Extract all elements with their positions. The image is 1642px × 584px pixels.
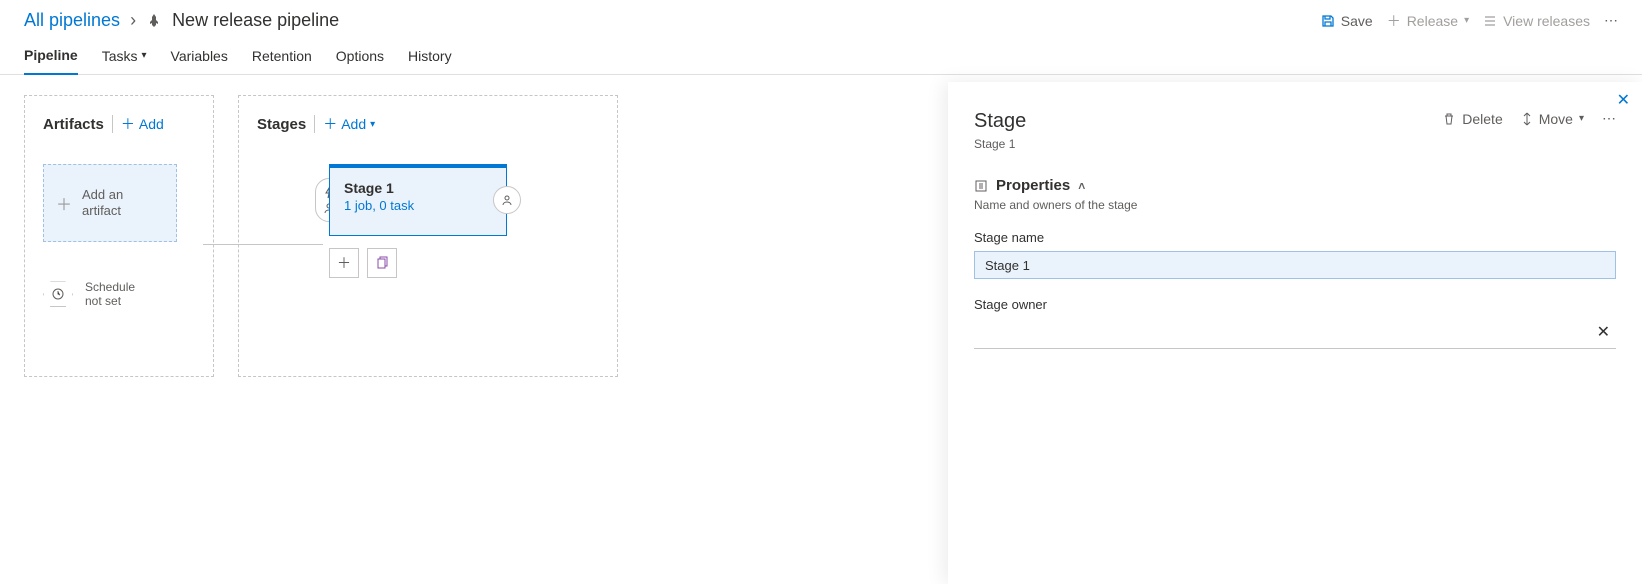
connector-line [203, 244, 323, 245]
stage-owner-input[interactable] [976, 323, 1593, 342]
tab-history[interactable]: History [408, 43, 452, 74]
add-artifact-tile[interactable]: ＋ Add an artifact [43, 164, 177, 242]
chevron-down-icon: ▾ [1579, 113, 1584, 124]
save-label: Save [1341, 13, 1373, 29]
chevron-up-icon: ˄ [1078, 179, 1085, 193]
stages-panel: Stages ＋ Add ▾ Stage 1 1 job, 0 task [238, 95, 618, 377]
tab-variables[interactable]: Variables [171, 43, 228, 74]
rocket-icon [146, 13, 162, 29]
stages-add-label: Add [341, 116, 366, 132]
artifacts-add-label: Add [139, 116, 164, 132]
stages-title: Stages [257, 116, 306, 133]
clone-stage-button[interactable] [367, 248, 397, 278]
stage-name-label: Stage name [974, 230, 1616, 245]
delete-stage-button[interactable]: Delete [1442, 111, 1502, 127]
stage-job-summary[interactable]: 1 job, 0 task [344, 198, 492, 213]
tab-pipeline[interactable]: Pipeline [24, 43, 78, 75]
view-releases-label: View releases [1503, 13, 1590, 29]
move-label: Move [1539, 111, 1573, 127]
release-button[interactable]: ＋ Release ▾ [1387, 11, 1469, 31]
panel-heading: Stage [974, 110, 1026, 133]
more-stage-button[interactable]: ⋯ [1602, 110, 1616, 127]
stage-properties-panel: ✕ Stage Stage 1 Delete Move ▾ ⋯ Properti… [948, 82, 1642, 584]
plus-icon: ＋ [1387, 11, 1401, 31]
stage-name-input[interactable] [974, 251, 1616, 279]
tab-tasks[interactable]: Tasks ▾ [102, 43, 147, 74]
close-panel-button[interactable]: ✕ [1617, 90, 1630, 110]
move-icon [1521, 112, 1533, 126]
chevron-down-icon: ▾ [1464, 15, 1469, 26]
chevron-right-icon: › [130, 10, 136, 31]
plus-icon: ＋ [323, 114, 337, 134]
plus-icon: ＋ [337, 253, 351, 273]
user-icon [501, 194, 513, 206]
divider [112, 115, 113, 133]
stage-name: Stage 1 [344, 180, 492, 196]
artifacts-add-button[interactable]: ＋ Add [121, 114, 164, 134]
save-button[interactable]: Save [1321, 13, 1373, 29]
delete-label: Delete [1462, 111, 1502, 127]
page-title: New release pipeline [172, 10, 339, 31]
tab-tasks-label: Tasks [102, 48, 138, 64]
stage-card[interactable]: Stage 1 1 job, 0 task [329, 164, 507, 236]
plus-icon: ＋ [121, 114, 135, 134]
schedule-trigger[interactable]: Schedule not set [43, 280, 195, 309]
view-releases-button[interactable]: View releases [1483, 13, 1590, 29]
add-stage-button[interactable]: ＋ [329, 248, 359, 278]
schedule-label: Schedule not set [85, 280, 135, 309]
more-button[interactable]: ⋯ [1604, 12, 1618, 29]
artifacts-panel: Artifacts ＋ Add ＋ Add an artifact Schedu… [24, 95, 214, 377]
tab-bar: Pipeline Tasks ▾ Variables Retention Opt… [0, 37, 1642, 75]
breadcrumb-root-link[interactable]: All pipelines [24, 10, 120, 31]
stage-owner-label: Stage owner [974, 297, 1616, 312]
artifacts-title: Artifacts [43, 116, 104, 133]
properties-section-header[interactable]: Properties ˄ [974, 177, 1616, 194]
release-label: Release [1407, 13, 1458, 29]
copy-icon [375, 256, 389, 270]
clock-icon [43, 281, 73, 307]
plus-icon: ＋ [56, 191, 72, 215]
properties-description: Name and owners of the stage [974, 198, 1616, 212]
properties-icon [974, 179, 988, 193]
panel-subheading: Stage 1 [974, 137, 1026, 151]
move-stage-button[interactable]: Move ▾ [1521, 111, 1584, 127]
chevron-down-icon: ▾ [141, 50, 146, 61]
list-icon [1483, 14, 1497, 28]
add-artifact-label: Add an artifact [82, 187, 123, 218]
save-icon [1321, 14, 1335, 28]
properties-title: Properties [996, 177, 1070, 194]
stages-add-button[interactable]: ＋ Add ▾ [323, 114, 375, 134]
post-deployment-conditions[interactable] [493, 186, 521, 214]
divider [314, 115, 315, 133]
tab-options[interactable]: Options [336, 43, 384, 74]
breadcrumb: All pipelines › New release pipeline [24, 10, 339, 31]
header-actions: Save ＋ Release ▾ View releases ⋯ [1321, 11, 1618, 31]
trash-icon [1442, 112, 1456, 126]
chevron-down-icon: ▾ [370, 119, 375, 130]
tab-retention[interactable]: Retention [252, 43, 312, 74]
clear-owner-button[interactable]: ✕ [1593, 322, 1614, 342]
